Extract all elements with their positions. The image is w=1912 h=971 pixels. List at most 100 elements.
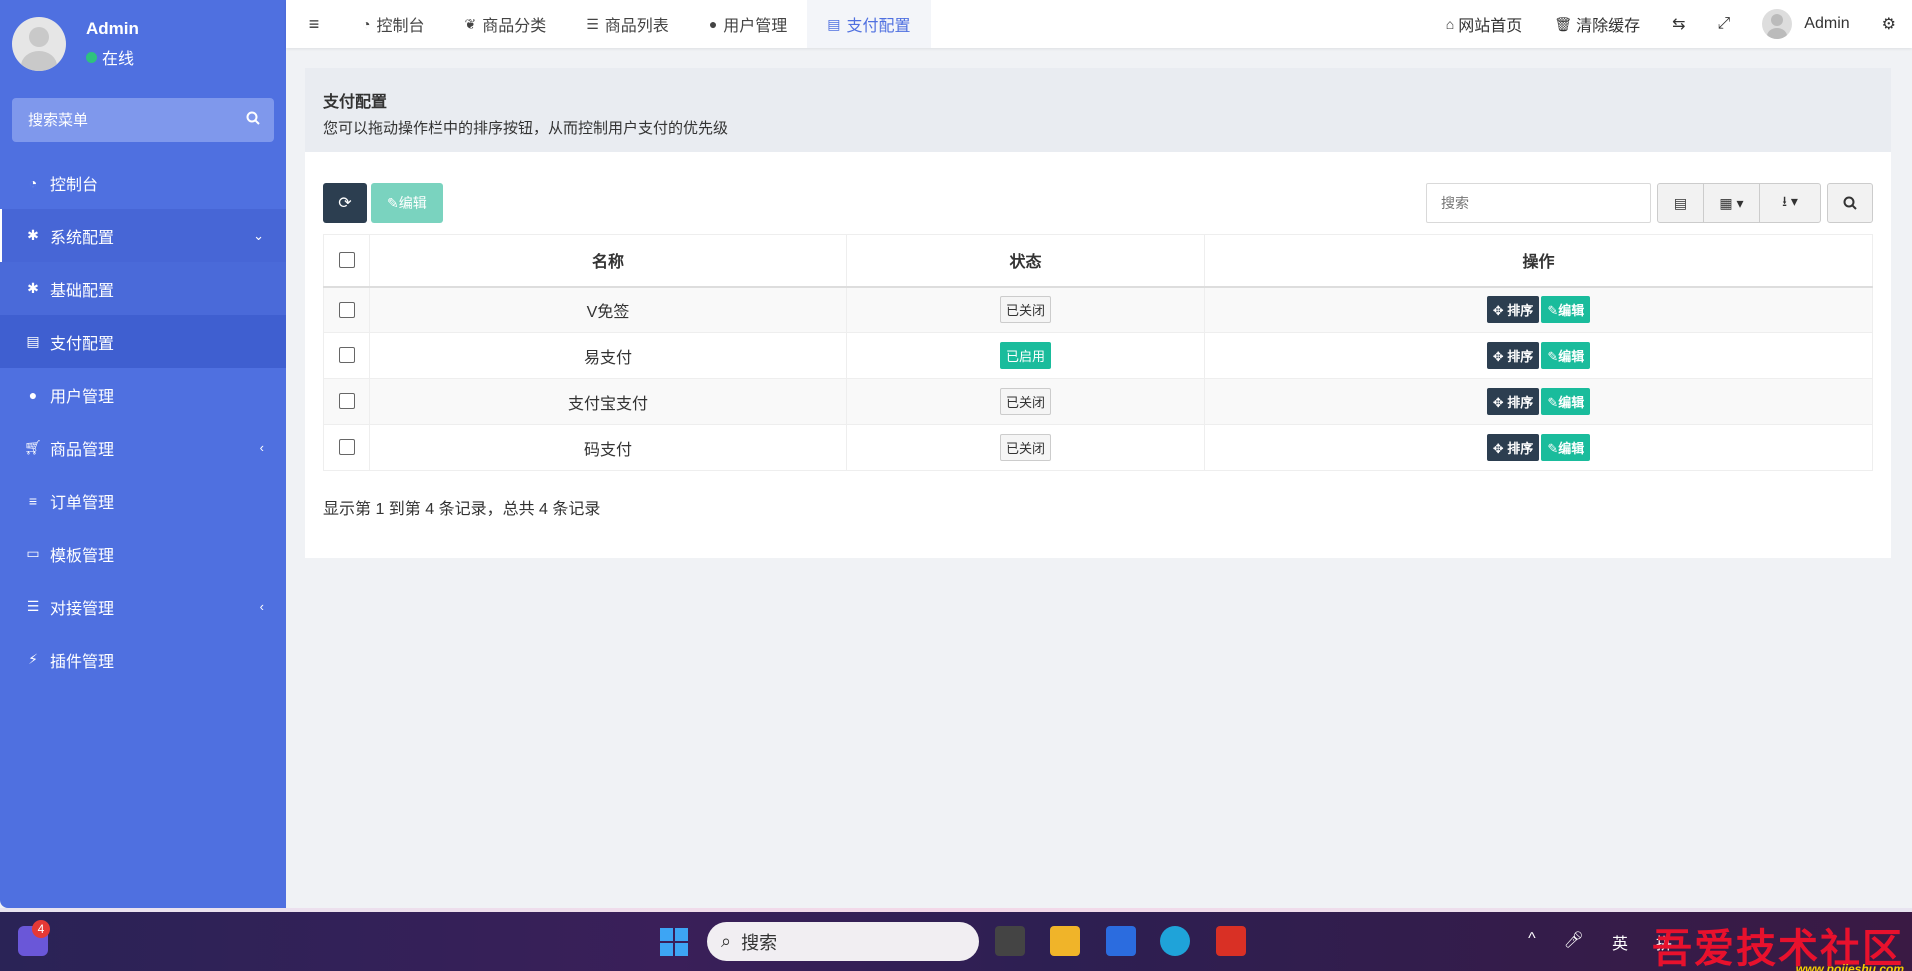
status-cell: 已启用: [846, 332, 1205, 379]
user-menu[interactable]: Admin: [1746, 9, 1865, 39]
sidebar-item-label: 订单管理: [50, 494, 115, 512]
tab-product-list[interactable]: ☰ 商品列表: [566, 0, 689, 48]
actions-cell: ✥ 排序 ✎编辑: [1204, 378, 1873, 425]
export-dropdown[interactable]: ⭳ ▾: [1760, 184, 1820, 222]
row-select-cell: [323, 424, 370, 471]
row-select-cell: [323, 378, 370, 425]
sort-handle-button[interactable]: ✥ 排序: [1486, 342, 1540, 369]
taskbar: 4 ⌕ 搜索 ^ 🎤︎ 英 拼 吾爱技术社区 www.pojieshu.com: [0, 912, 1912, 971]
status-cell: 已关闭: [846, 424, 1205, 471]
search-button[interactable]: [1827, 183, 1873, 223]
microphone-icon[interactable]: 🎤︎: [1564, 930, 1584, 954]
chevron-up-icon[interactable]: ^: [1528, 930, 1536, 954]
sidebar-item-templates[interactable]: ▭ 模板管理: [0, 527, 286, 580]
sidebar-item-basic-config[interactable]: ✱ 基础配置: [0, 262, 286, 315]
user-panel: Admin 在线: [0, 0, 286, 88]
move-icon: ✥: [1492, 303, 1504, 319]
clear-cache-button[interactable]: 🗑︎ 清除缓存: [1538, 12, 1656, 36]
hamburger-menu-icon[interactable]: ≡: [286, 14, 342, 35]
row-edit-button[interactable]: ✎编辑: [1541, 342, 1591, 369]
status-badge[interactable]: 已关闭: [999, 434, 1051, 461]
row-checkbox[interactable]: [338, 439, 355, 456]
payment-name: 码支付: [369, 424, 847, 471]
row-edit-label: 编辑: [1558, 395, 1585, 410]
select-all-checkbox[interactable]: [338, 252, 355, 269]
sidebar-item-integration[interactable]: ☰ 对接管理 ‹: [0, 580, 286, 633]
row-checkbox[interactable]: [338, 347, 355, 364]
settings-button[interactable]: ⚙: [1866, 14, 1912, 34]
edit-button[interactable]: ✎ 编辑: [371, 183, 443, 223]
tab-label: 支付配置: [846, 18, 911, 35]
sidebar-item-dashboard[interactable]: ◔ 控制台: [0, 156, 286, 209]
windows-start-icon[interactable]: [660, 928, 688, 956]
status-badge[interactable]: 已关闭: [999, 296, 1051, 324]
sort-handle-button[interactable]: ✥ 排序: [1486, 434, 1540, 461]
pencil-icon: ✎: [1547, 441, 1559, 456]
sidebar-item-products[interactable]: 🛒︎ 商品管理 ‹: [0, 421, 286, 474]
system-tray: ^ 🎤︎ 英 拼: [1528, 930, 1672, 954]
file-explorer-icon[interactable]: [1050, 926, 1080, 956]
ime-english-label[interactable]: 英: [1612, 930, 1628, 954]
sort-label: 排序: [1507, 395, 1534, 410]
row-edit-button[interactable]: ✎编辑: [1541, 434, 1591, 461]
sort-handle-button[interactable]: ✥ 排序: [1486, 296, 1540, 324]
sidebar-item-payment-config[interactable]: ▤ 支付配置: [0, 315, 286, 368]
store-icon[interactable]: [1106, 926, 1136, 956]
gears-icon: ⚙: [1881, 16, 1896, 33]
language-button[interactable]: ⇆: [1656, 14, 1701, 34]
sidebar-search-input[interactable]: [28, 111, 228, 129]
panel-header: 支付配置 您可以拖动操作栏中的排序按钮，从而控制用户支付的优先级: [305, 68, 1891, 152]
edge-browser-icon[interactable]: [1160, 926, 1190, 956]
tab-product-category[interactable]: ❦ 商品分类: [444, 0, 566, 48]
status-badge[interactable]: 已启用: [999, 342, 1051, 369]
online-dot-icon: [86, 51, 97, 63]
pencil-icon: ✎: [1547, 395, 1559, 410]
fullscreen-button[interactable]: ⤢: [1701, 15, 1746, 33]
home-link[interactable]: ⌂ 网站首页: [1430, 12, 1538, 36]
refresh-button[interactable]: ⟳: [323, 183, 367, 223]
row-edit-button[interactable]: ✎编辑: [1541, 388, 1591, 415]
cart-icon: 🛒︎: [24, 439, 42, 455]
tab-label: 控制台: [376, 18, 425, 35]
leaf-icon: ❦: [464, 15, 477, 32]
tab-dashboard[interactable]: ◔ 控制台: [342, 0, 444, 48]
taskbar-search[interactable]: ⌕ 搜索: [707, 922, 979, 961]
gear-icon: ✱: [27, 280, 39, 296]
toggle-view-button[interactable]: ▤: [1658, 184, 1704, 222]
sidebar-item-plugins[interactable]: ⚡︎ 插件管理: [0, 633, 286, 686]
sidebar-item-label: 商品管理: [50, 441, 115, 459]
wps-office-icon[interactable]: [1216, 926, 1246, 956]
page-description: 您可以拖动操作栏中的排序按钮，从而控制用户支付的优先级: [323, 120, 729, 137]
table-search-input[interactable]: [1426, 183, 1651, 223]
sidebar-item-orders[interactable]: ≡ 订单管理: [0, 474, 286, 527]
topbar-user-name: Admin: [1804, 15, 1850, 32]
payment-table: 名称 状态 操作 V免签 已关闭 ✥ 排序 ✎编辑 易支付 已启用 ✥ 排序 ✎编辑: [323, 234, 1873, 471]
move-icon: ✥: [1492, 395, 1504, 410]
row-checkbox[interactable]: [338, 301, 355, 318]
tab-payment-config[interactable]: ▤ 支付配置: [807, 0, 931, 48]
search-icon[interactable]: [246, 111, 260, 130]
notification-badge: 4: [32, 920, 50, 938]
top-navbar: ≡ ◔ 控制台 ❦ 商品分类 ☰ 商品列表 ● 用户管理 ▤ 支付配置 ⌂ 网站…: [286, 0, 1912, 48]
status-badge[interactable]: 已关闭: [999, 388, 1051, 415]
sort-label: 排序: [1507, 303, 1534, 319]
user-icon: ●: [28, 386, 38, 403]
row-checkbox[interactable]: [338, 393, 355, 410]
watermark-url: www.pojieshu.com: [1795, 962, 1904, 971]
sort-label: 排序: [1507, 441, 1534, 456]
actions-cell: ✥ 排序 ✎编辑: [1204, 286, 1873, 333]
plug-icon: ⚡︎: [28, 651, 38, 667]
sort-handle-button[interactable]: ✥ 排序: [1486, 388, 1540, 415]
row-edit-button[interactable]: ✎编辑: [1541, 296, 1591, 324]
columns-dropdown[interactable]: ▦ ▾: [1704, 184, 1760, 222]
task-view-icon[interactable]: [995, 926, 1025, 956]
sidebar-item-system-config[interactable]: ✱ 系统配置 ⌄: [0, 209, 286, 262]
tab-user-management[interactable]: ● 用户管理: [689, 0, 807, 48]
gear-icon: ✱: [27, 227, 39, 243]
search-icon: ⌕: [721, 931, 732, 951]
clear-cache-label: 清除缓存: [1576, 18, 1641, 35]
sidebar-item-users[interactable]: ● 用户管理: [0, 368, 286, 421]
page-title: 支付配置: [323, 94, 388, 111]
table-row: 支付宝支付 已关闭 ✥ 排序 ✎编辑: [323, 378, 1873, 425]
user-status-label: 在线: [102, 51, 135, 68]
